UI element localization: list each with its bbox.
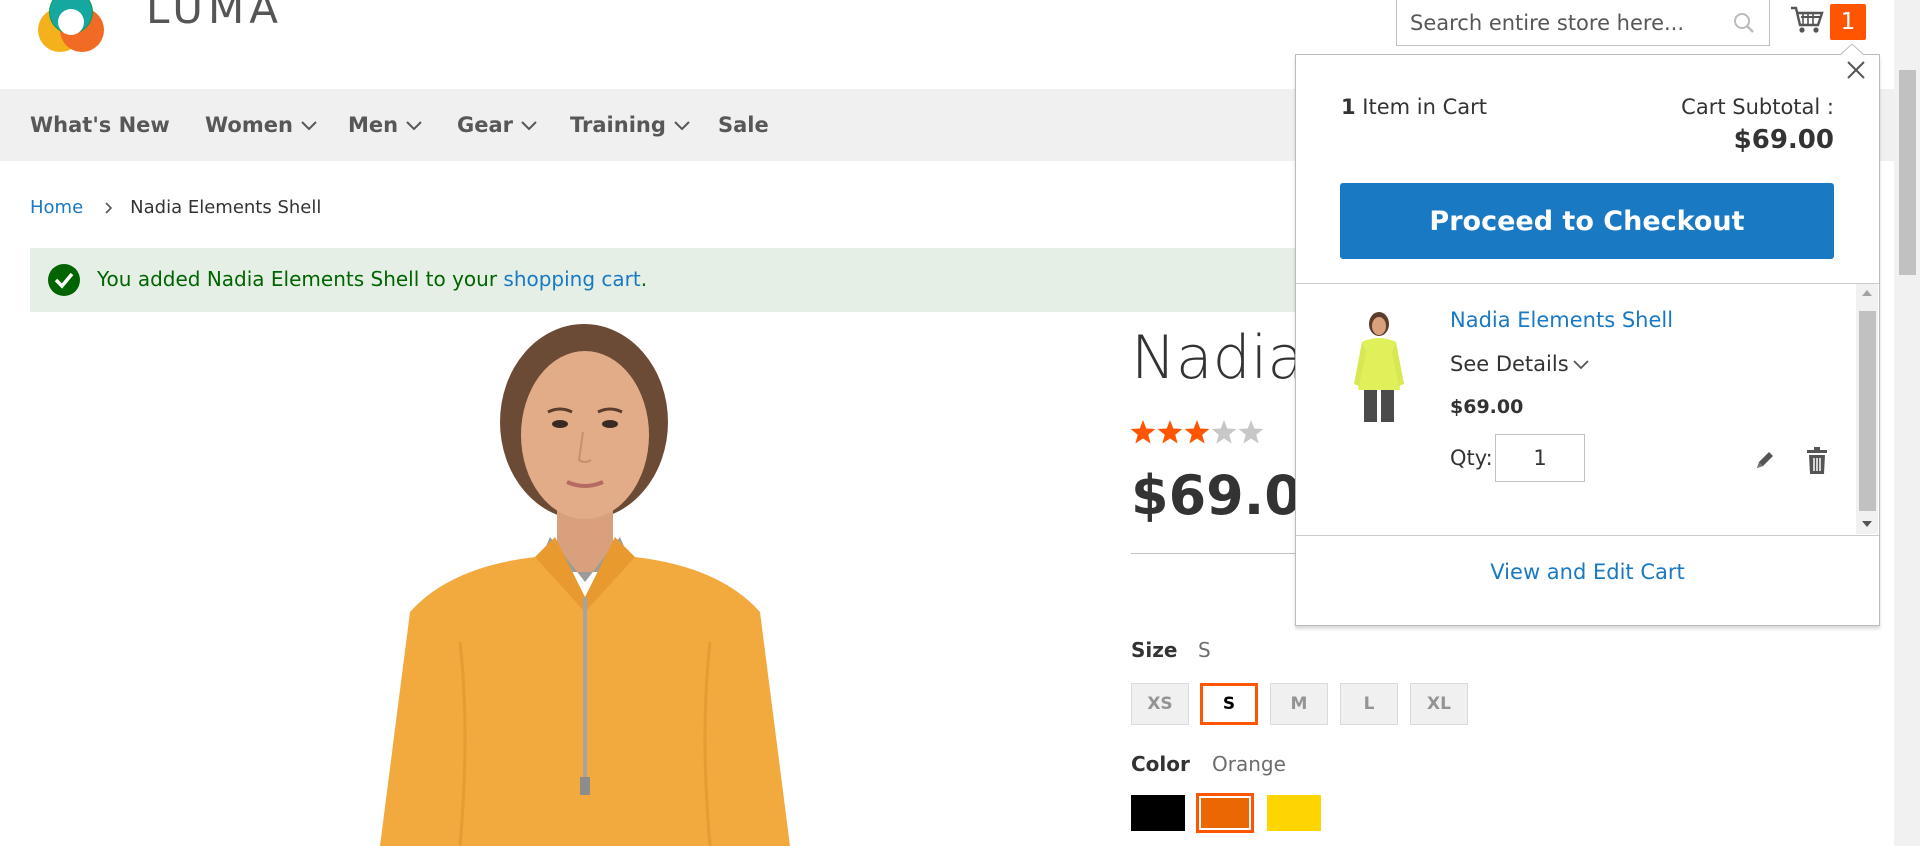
breadcrumb-current: Nadia Elements Shell xyxy=(130,197,322,218)
qty-input[interactable] xyxy=(1495,434,1585,482)
product-photo xyxy=(380,324,790,846)
star-filled-icon xyxy=(1157,420,1183,444)
nav-item-sale[interactable]: Sale xyxy=(718,89,769,161)
product-title: Nadia xyxy=(1131,323,1305,393)
color-swatch-yellow[interactable] xyxy=(1267,795,1321,831)
size-swatch-l[interactable]: L xyxy=(1340,683,1398,725)
logo-text: LUMA xyxy=(146,0,284,33)
star-empty-icon xyxy=(1238,420,1264,444)
nav-item-label: Gear xyxy=(457,113,514,137)
breadcrumb: Home Nadia Elements Shell xyxy=(30,197,321,219)
search-input[interactable] xyxy=(1410,9,1720,37)
cart-icon xyxy=(1790,5,1824,39)
view-and-edit-cart-link[interactable]: View and Edit Cart xyxy=(1296,560,1879,584)
minicart-scrollbar[interactable] xyxy=(1856,284,1878,534)
page-scrollbar[interactable] xyxy=(1894,0,1920,846)
minicart-toggle[interactable]: 1 xyxy=(1790,3,1866,43)
size-selected-value: S xyxy=(1198,638,1211,662)
qty-label: Qty: xyxy=(1450,446,1493,470)
edit-pencil-icon[interactable] xyxy=(1754,449,1776,475)
size-swatch-m[interactable]: M xyxy=(1270,683,1328,725)
color-swatch-black[interactable] xyxy=(1131,795,1185,831)
chevron-down-icon xyxy=(406,121,422,131)
star-filled-icon xyxy=(1130,420,1156,444)
cart-count-badge: 1 xyxy=(1830,4,1866,40)
minicart-count-text: Item in Cart xyxy=(1355,95,1487,119)
nav-item-gear[interactable]: Gear xyxy=(457,89,537,161)
nav-item-training[interactable]: Training xyxy=(570,89,690,161)
chevron-down-icon xyxy=(521,121,537,131)
minicart-item-count: 1 Item in Cart xyxy=(1341,95,1487,119)
minicart-item-price: $69.00 xyxy=(1450,396,1524,418)
nav-item-label: What's New xyxy=(30,113,170,137)
minicart-count-number: 1 xyxy=(1341,95,1356,119)
size-swatch-xl[interactable]: XL xyxy=(1410,683,1468,725)
size-swatch-xs[interactable]: XS xyxy=(1131,683,1189,725)
nav-item-label: Women xyxy=(205,113,293,137)
size-swatch-s[interactable]: S xyxy=(1200,683,1258,725)
product-thumbnail[interactable] xyxy=(1344,310,1414,424)
scroll-down-arrow-icon[interactable] xyxy=(1861,520,1873,528)
scroll-up-arrow-icon[interactable] xyxy=(1861,289,1873,297)
see-details-label: See Details xyxy=(1450,352,1569,376)
nav-item-label: Sale xyxy=(718,113,769,137)
chevron-down-icon xyxy=(301,121,317,131)
page-scrollbar-thumb[interactable] xyxy=(1899,70,1916,275)
see-details-toggle[interactable]: See Details xyxy=(1450,352,1589,376)
color-label: Color xyxy=(1131,752,1190,776)
success-message: You added Nadia Elements Shell to your s… xyxy=(30,248,1410,312)
search-box[interactable] xyxy=(1396,0,1770,46)
dropdown-caret xyxy=(1840,44,1864,56)
size-label: Size xyxy=(1131,638,1178,662)
shopping-cart-link[interactable]: shopping cart xyxy=(503,267,640,291)
subtotal-label: Cart Subtotal : xyxy=(1681,95,1834,119)
search-icon[interactable] xyxy=(1733,12,1755,38)
message-suffix: . xyxy=(640,267,648,291)
minicart-items-list: Nadia Elements Shell See Details $69.00 … xyxy=(1296,283,1879,536)
luma-logo[interactable]: LUMA xyxy=(28,0,278,60)
nav-item-label: Men xyxy=(348,113,399,137)
color-selected-value: Orange xyxy=(1212,752,1286,776)
star-filled-icon xyxy=(1184,420,1210,444)
luma-logo-mark xyxy=(38,0,104,52)
star-rating-icons xyxy=(1130,420,1264,444)
product-image[interactable] xyxy=(30,312,1090,846)
trash-icon[interactable] xyxy=(1806,447,1828,479)
rating-stars[interactable] xyxy=(1130,418,1266,452)
color-swatch-orange[interactable] xyxy=(1196,793,1254,833)
thumbnail-photo xyxy=(1354,312,1404,422)
check-circle-icon xyxy=(47,263,81,301)
chevron-down-icon xyxy=(674,121,690,131)
close-icon[interactable] xyxy=(1846,60,1866,84)
chevron-down-icon xyxy=(1573,360,1589,370)
scrollbar-thumb[interactable] xyxy=(1859,311,1876,511)
minicart-product-name-link[interactable]: Nadia Elements Shell xyxy=(1450,308,1673,332)
nav-item-label: Training xyxy=(570,113,666,137)
proceed-to-checkout-button[interactable]: Proceed to Checkout xyxy=(1340,183,1834,259)
subtotal-value: $69.00 xyxy=(1733,125,1834,155)
nav-item-whats-new[interactable]: What's New xyxy=(30,89,170,161)
nav-item-women[interactable]: Women xyxy=(205,89,317,161)
breadcrumb-home-link[interactable]: Home xyxy=(30,197,83,218)
star-empty-icon xyxy=(1211,420,1237,444)
nav-item-men[interactable]: Men xyxy=(348,89,422,161)
chevron-right-icon xyxy=(105,198,113,219)
message-prefix: You added Nadia Elements Shell to your xyxy=(97,267,504,291)
success-message-text: You added Nadia Elements Shell to your s… xyxy=(97,267,647,291)
